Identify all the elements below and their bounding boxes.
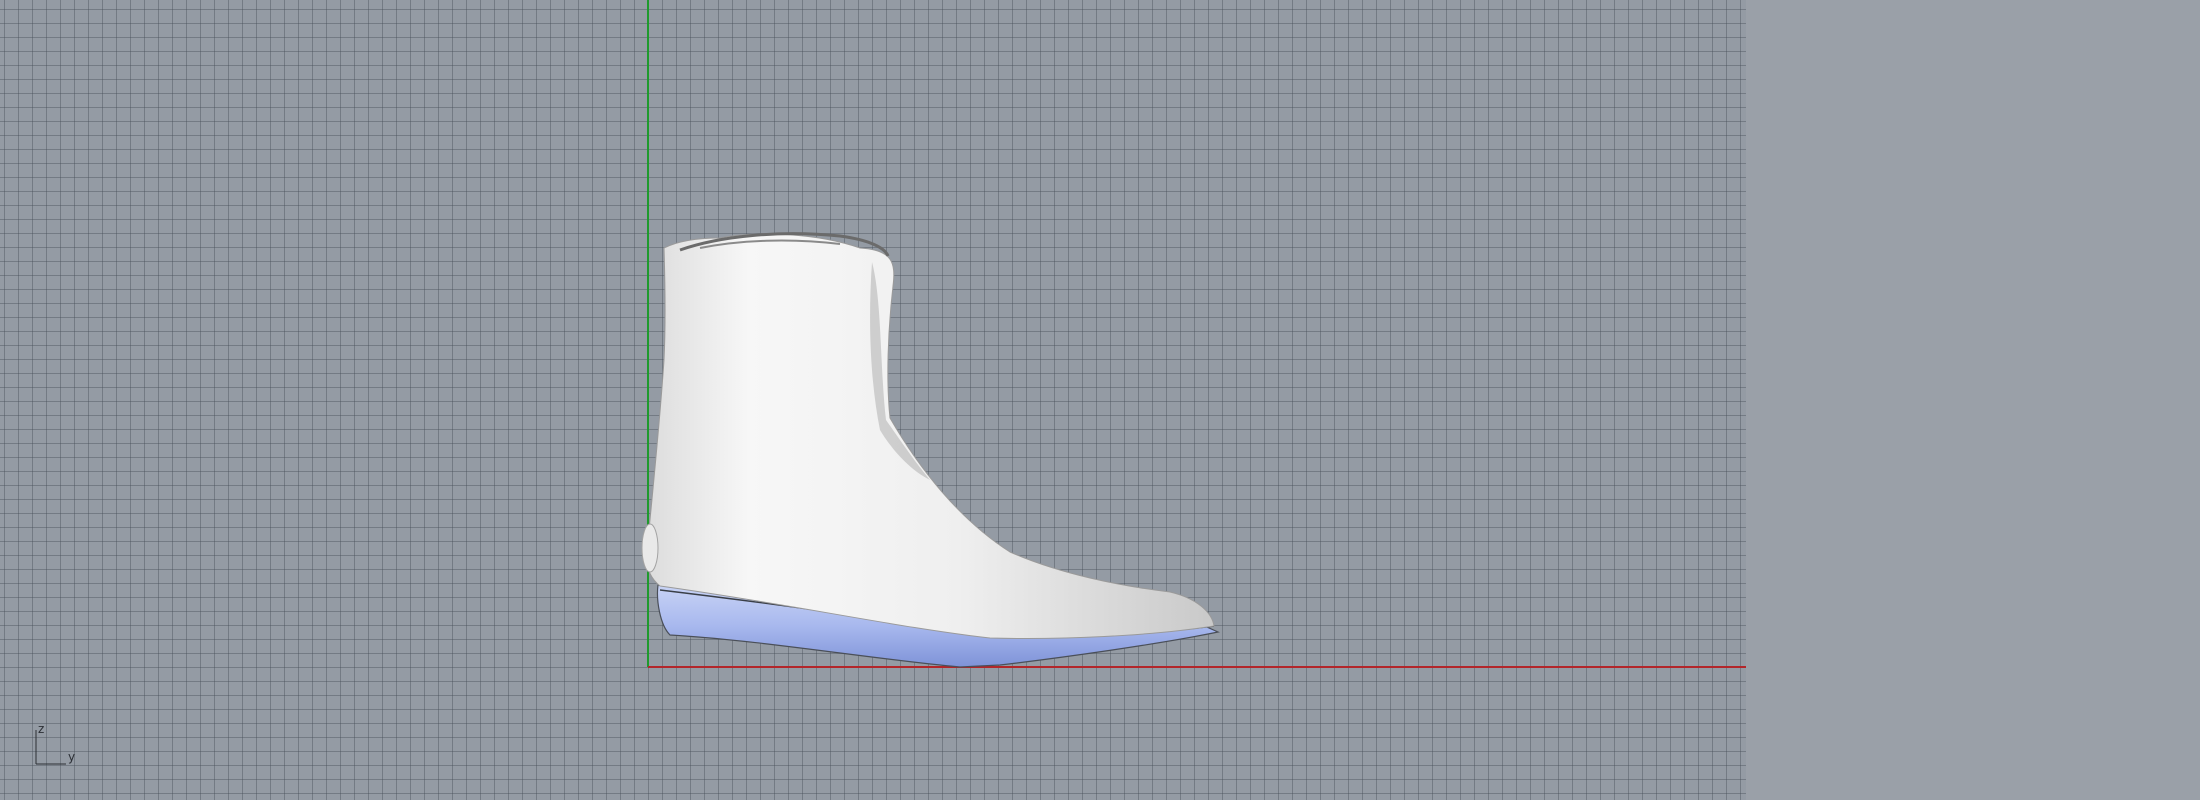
3d-viewport[interactable]: z y xyxy=(0,0,1746,800)
axis-gizmo-z-label: z xyxy=(38,722,45,736)
axis-gizmo-y-label: y xyxy=(68,750,76,764)
boot-model[interactable] xyxy=(0,0,1746,800)
heel-bump xyxy=(641,523,659,573)
boot-upper-shape xyxy=(646,233,1215,639)
side-panel xyxy=(1746,0,2200,800)
axis-gizmo: z y xyxy=(30,722,90,768)
